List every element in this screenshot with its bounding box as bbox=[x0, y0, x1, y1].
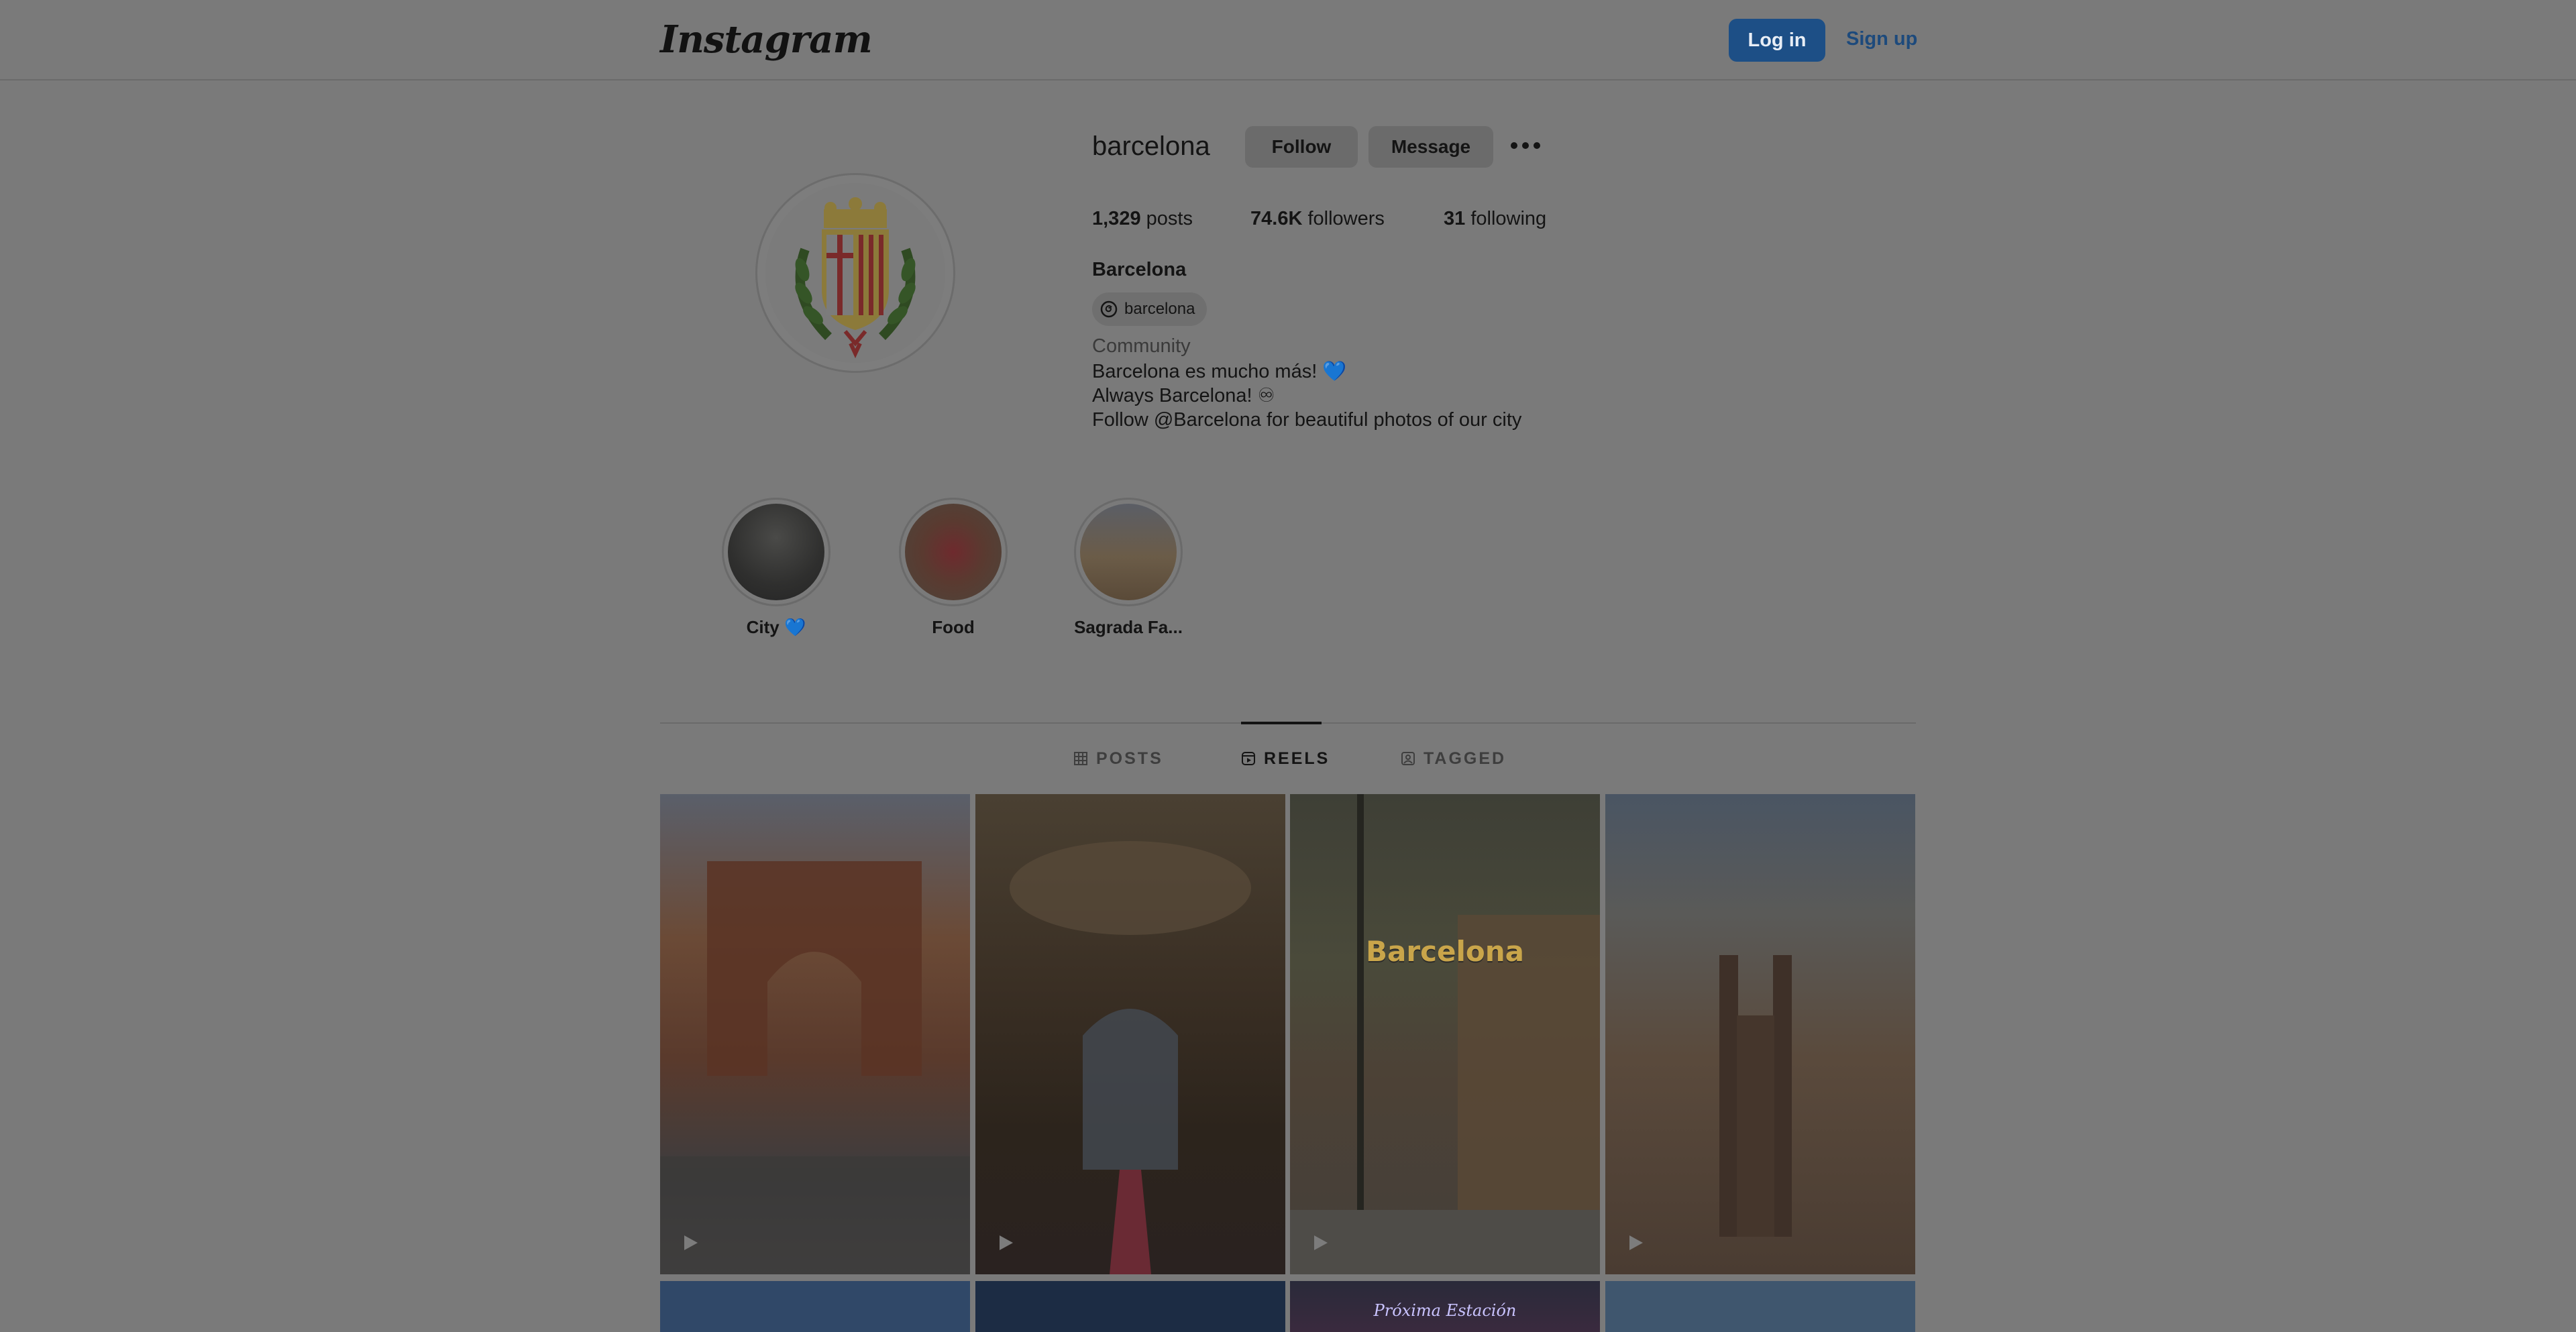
bio-line: Follow @Barcelona for beautiful photos o… bbox=[1092, 409, 1522, 431]
highlight-thumbnail bbox=[905, 504, 1002, 600]
tab-tagged[interactable]: TAGGED bbox=[1401, 736, 1506, 781]
posts-stat: 1,329 posts bbox=[1092, 208, 1193, 230]
follow-button[interactable]: Follow bbox=[1245, 126, 1358, 168]
play-icon bbox=[1314, 1235, 1328, 1250]
reel-tile[interactable] bbox=[660, 794, 970, 1274]
followers-label: followers bbox=[1307, 208, 1385, 229]
followers-count: 74.6K bbox=[1250, 208, 1303, 229]
street-shape bbox=[1290, 794, 1600, 1274]
reel-overlay-subtitle: Próxima Estación bbox=[1373, 1301, 1517, 1320]
profile-bio: Barcelona es mucho más! 💙 Always Barcelo… bbox=[1092, 359, 1521, 432]
profile-full-name: Barcelona bbox=[1092, 259, 1187, 280]
tab-label: POSTS bbox=[1096, 748, 1163, 768]
more-options-icon[interactable] bbox=[1511, 142, 1540, 150]
threads-icon bbox=[1100, 300, 1118, 318]
active-tab-indicator bbox=[1241, 722, 1322, 724]
highlight-label: Sagrada Fa... bbox=[1074, 617, 1183, 637]
reel-tile[interactable] bbox=[660, 1281, 970, 1332]
message-button[interactable]: Message bbox=[1368, 126, 1493, 168]
tab-label: REELS bbox=[1264, 748, 1330, 768]
tagged-icon bbox=[1401, 752, 1415, 765]
reel-tile[interactable] bbox=[975, 794, 1285, 1274]
profile-category: Community bbox=[1092, 335, 1191, 357]
threads-handle: barcelona bbox=[1124, 300, 1195, 318]
followers-stat[interactable]: 74.6K followers bbox=[1250, 208, 1385, 230]
highlight-food[interactable]: Food bbox=[896, 498, 1010, 638]
play-icon bbox=[1000, 1235, 1013, 1250]
instagram-logo[interactable]: Instagram bbox=[660, 17, 873, 62]
tab-reels[interactable]: REELS bbox=[1241, 736, 1330, 781]
highlight-sagrada-familia[interactable]: Sagrada Fa... bbox=[1071, 498, 1185, 638]
bio-line: Always Barcelona! ♾ bbox=[1092, 385, 1275, 406]
highlight-label: Food bbox=[932, 617, 975, 637]
reel-tile[interactable]: Barcelona bbox=[1290, 794, 1600, 1274]
posts-count: 1,329 bbox=[1092, 208, 1141, 229]
tab-label: TAGGED bbox=[1424, 748, 1507, 768]
highlight-label: City 💙 bbox=[746, 617, 806, 637]
reel-tile[interactable] bbox=[975, 1281, 1285, 1332]
grid-icon bbox=[1074, 752, 1087, 765]
reel-tile[interactable] bbox=[1605, 1281, 1915, 1332]
highlight-thumbnail bbox=[728, 504, 824, 600]
arch-shape bbox=[660, 861, 970, 1274]
tab-posts[interactable]: POSTS bbox=[1073, 736, 1163, 781]
top-navigation-bar: Instagram Log in Sign up bbox=[0, 0, 2576, 80]
posts-label: posts bbox=[1146, 208, 1193, 229]
highlight-city[interactable]: City 💙 bbox=[719, 498, 833, 638]
reels-icon bbox=[1242, 752, 1255, 765]
highlight-thumbnail bbox=[1080, 504, 1177, 600]
following-count: 31 bbox=[1444, 208, 1466, 229]
log-in-button[interactable]: Log in bbox=[1729, 19, 1825, 62]
hallway-shape bbox=[1010, 841, 1251, 1274]
following-stat[interactable]: 31 following bbox=[1444, 208, 1546, 230]
threads-badge[interactable]: barcelona bbox=[1092, 292, 1208, 326]
reel-overlay-title: Barcelona bbox=[1366, 935, 1524, 968]
following-label: following bbox=[1470, 208, 1547, 229]
profile-avatar[interactable] bbox=[755, 173, 955, 373]
reel-tile[interactable] bbox=[1605, 794, 1915, 1274]
cityscape-shape bbox=[1719, 955, 1792, 1237]
coat-of-arms-icon bbox=[765, 183, 945, 363]
bio-line: Barcelona es mucho más! 💙 bbox=[1092, 361, 1347, 382]
play-icon bbox=[684, 1235, 698, 1250]
profile-username: barcelona bbox=[1092, 131, 1210, 161]
reel-tile[interactable]: Próxima Estación bbox=[1290, 1281, 1600, 1332]
play-icon bbox=[1629, 1235, 1643, 1250]
sign-up-link[interactable]: Sign up bbox=[1846, 28, 1917, 50]
